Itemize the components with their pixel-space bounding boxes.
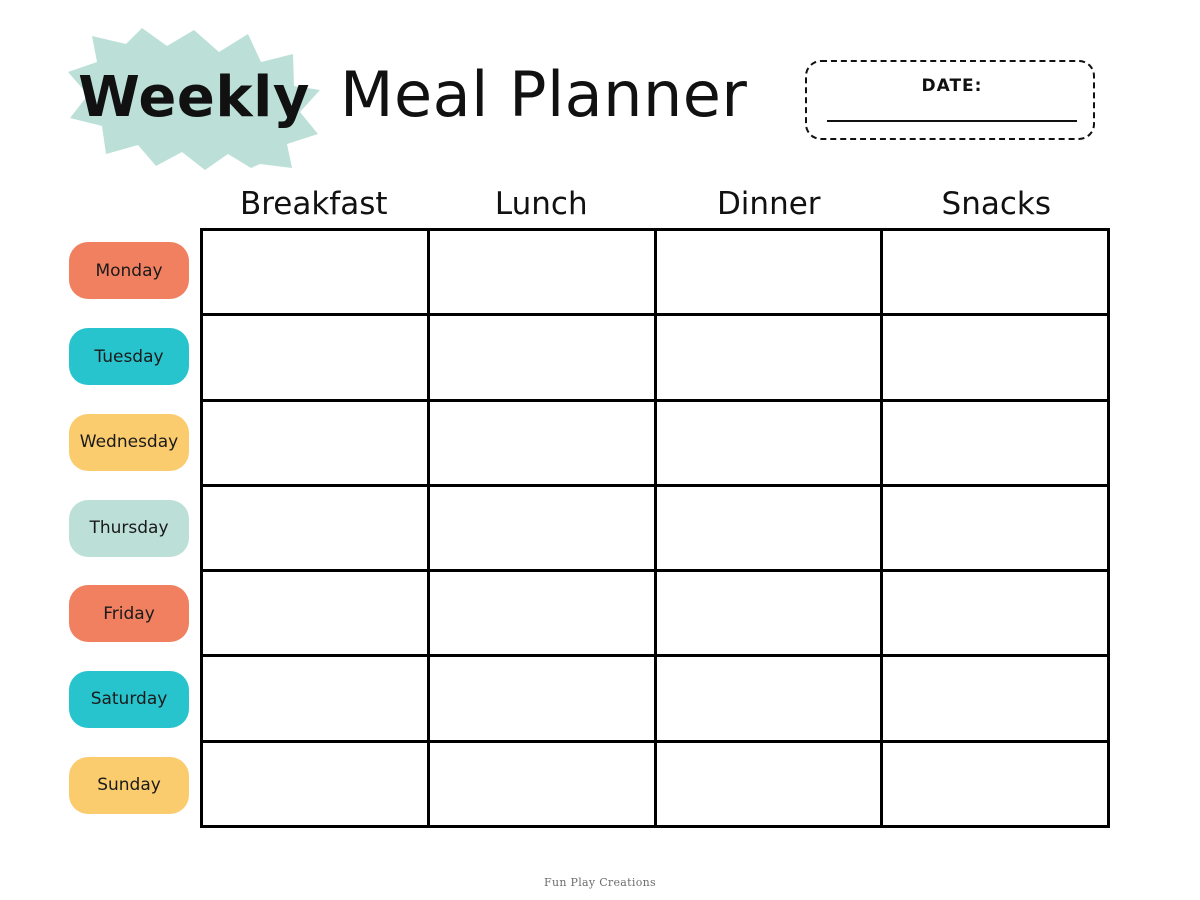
meal-cell-friday-lunch[interactable]	[429, 572, 657, 655]
meal-cell-friday-dinner[interactable]	[656, 572, 884, 655]
meal-cell-saturday-snacks[interactable]	[883, 657, 1107, 740]
date-field[interactable]: DATE:	[805, 60, 1095, 140]
meal-cell-monday-breakfast[interactable]	[203, 231, 430, 314]
day-pill-monday[interactable]: Monday	[69, 242, 189, 300]
meal-cell-wednesday-snacks[interactable]	[883, 401, 1107, 484]
meal-cell-sunday-snacks[interactable]	[883, 742, 1107, 825]
meal-cell-tuesday-dinner[interactable]	[656, 316, 884, 399]
meal-cell-saturday-breakfast[interactable]	[203, 657, 430, 740]
meal-cell-thursday-dinner[interactable]	[656, 486, 884, 570]
table-row	[203, 401, 1107, 487]
day-pill-saturday[interactable]: Saturday	[69, 670, 189, 728]
meal-cell-wednesday-lunch[interactable]	[429, 401, 657, 484]
meal-cell-saturday-lunch[interactable]	[429, 657, 657, 740]
meal-cell-sunday-dinner[interactable]	[656, 742, 884, 825]
meal-cell-tuesday-snacks[interactable]	[883, 316, 1107, 399]
weekly-badge-label: Weekly	[78, 64, 310, 130]
column-headers: Breakfast Lunch Dinner Snacks	[200, 183, 1110, 225]
day-pill-tuesday[interactable]: Tuesday	[69, 328, 189, 386]
meal-cell-monday-dinner[interactable]	[656, 231, 884, 314]
meal-planner-page: Weekly Meal Planner DATE: Breakfast Lunch…	[0, 0, 1200, 900]
meal-cell-tuesday-lunch[interactable]	[429, 316, 657, 399]
day-pill-sunday[interactable]: Sunday	[69, 756, 189, 814]
date-write-line	[827, 120, 1077, 122]
day-slot: Thursday	[68, 485, 190, 571]
table-row	[203, 231, 1107, 317]
day-slot: Saturday	[68, 657, 190, 743]
day-slot: Monday	[68, 228, 190, 314]
meal-cell-friday-breakfast[interactable]	[203, 572, 430, 655]
day-pill-thursday[interactable]: Thursday	[69, 499, 189, 557]
meal-cell-tuesday-breakfast[interactable]	[203, 316, 430, 399]
meal-cell-thursday-breakfast[interactable]	[203, 486, 430, 570]
table-row	[203, 742, 1107, 825]
meal-cell-thursday-lunch[interactable]	[429, 486, 657, 570]
day-labels-column: Monday Tuesday Wednesday Thursday Friday Satu…	[68, 228, 190, 828]
table-row	[203, 316, 1107, 402]
column-header-lunch: Lunch	[494, 186, 588, 222]
day-pill-friday[interactable]: Friday	[69, 585, 189, 643]
footer-credit: Fun Play Creations	[544, 876, 656, 889]
meal-cell-monday-lunch[interactable]	[429, 231, 657, 314]
meal-cell-monday-snacks[interactable]	[883, 231, 1107, 314]
day-slot: Friday	[68, 571, 190, 657]
day-slot: Sunday	[68, 742, 190, 828]
meal-grid	[200, 228, 1110, 828]
meal-cell-sunday-breakfast[interactable]	[203, 742, 430, 825]
table-row	[203, 486, 1107, 573]
page-title: Meal Planner	[340, 57, 748, 131]
day-pill-wednesday[interactable]: Wednesday	[69, 413, 189, 471]
meal-cell-friday-snacks[interactable]	[883, 572, 1107, 655]
page-header: Weekly Meal Planner DATE:	[0, 0, 1200, 180]
meal-cell-saturday-dinner[interactable]	[656, 657, 884, 740]
column-header-snacks: Snacks	[941, 186, 1051, 222]
day-slot: Tuesday	[68, 314, 190, 400]
table-row	[203, 657, 1107, 743]
meal-cell-thursday-snacks[interactable]	[883, 486, 1107, 570]
weekly-badge: Weekly	[68, 28, 320, 170]
meal-cell-wednesday-dinner[interactable]	[656, 401, 884, 484]
column-header-breakfast: Breakfast	[239, 186, 388, 222]
date-label: DATE:	[921, 76, 983, 96]
column-header-dinner: Dinner	[716, 186, 821, 222]
day-slot: Wednesday	[68, 399, 190, 485]
table-row	[203, 572, 1107, 658]
meal-cell-wednesday-breakfast[interactable]	[203, 401, 430, 484]
meal-cell-sunday-lunch[interactable]	[429, 742, 657, 825]
